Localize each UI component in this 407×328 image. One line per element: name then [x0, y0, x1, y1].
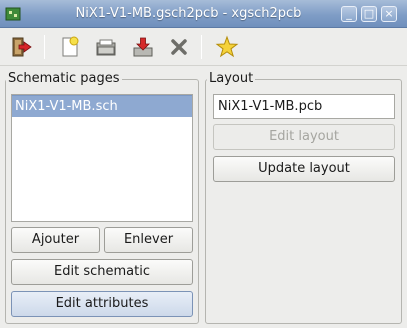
schematic-pages-label: Schematic pages: [6, 71, 122, 86]
edit-attributes-button[interactable]: Edit attributes: [11, 291, 193, 317]
close-project-button[interactable]: [166, 34, 192, 60]
save-project-icon: [133, 37, 153, 57]
exit-icon: [12, 37, 32, 57]
close-window-button[interactable]: ×: [381, 6, 397, 22]
new-project-button[interactable]: [57, 34, 83, 60]
edit-schematic-button[interactable]: Edit schematic: [11, 259, 193, 285]
layout-label: Layout: [207, 71, 256, 86]
add-page-button[interactable]: Ajouter: [11, 227, 100, 253]
new-project-icon: [62, 36, 79, 57]
schematic-pages-list[interactable]: NiX1-V1-MB.sch: [11, 94, 193, 222]
open-project-button[interactable]: [93, 34, 119, 60]
about-button[interactable]: [214, 34, 240, 60]
pcb-file-field[interactable]: NiX1-V1-MB.pcb: [213, 94, 395, 119]
update-layout-button[interactable]: Update layout: [213, 156, 395, 182]
maximize-button[interactable]: □: [361, 6, 377, 22]
window-title: NiX1-V1-MB.gsch2pcb - xgsch2pcb: [75, 6, 302, 21]
quit-button[interactable]: [9, 34, 35, 60]
close-project-icon: [171, 39, 187, 55]
toolbar: [0, 28, 407, 66]
title-bar[interactable]: NiX1-V1-MB.gsch2pcb - xgsch2pcb _ □ ×: [0, 0, 407, 28]
open-project-icon: [96, 39, 116, 56]
edit-layout-button[interactable]: Edit layout: [213, 124, 395, 150]
about-icon: [215, 35, 239, 58]
minimize-button[interactable]: _: [341, 6, 357, 22]
list-item[interactable]: NiX1-V1-MB.sch: [12, 95, 192, 117]
remove-page-button[interactable]: Enlever: [104, 227, 193, 253]
save-project-button[interactable]: [130, 34, 156, 60]
